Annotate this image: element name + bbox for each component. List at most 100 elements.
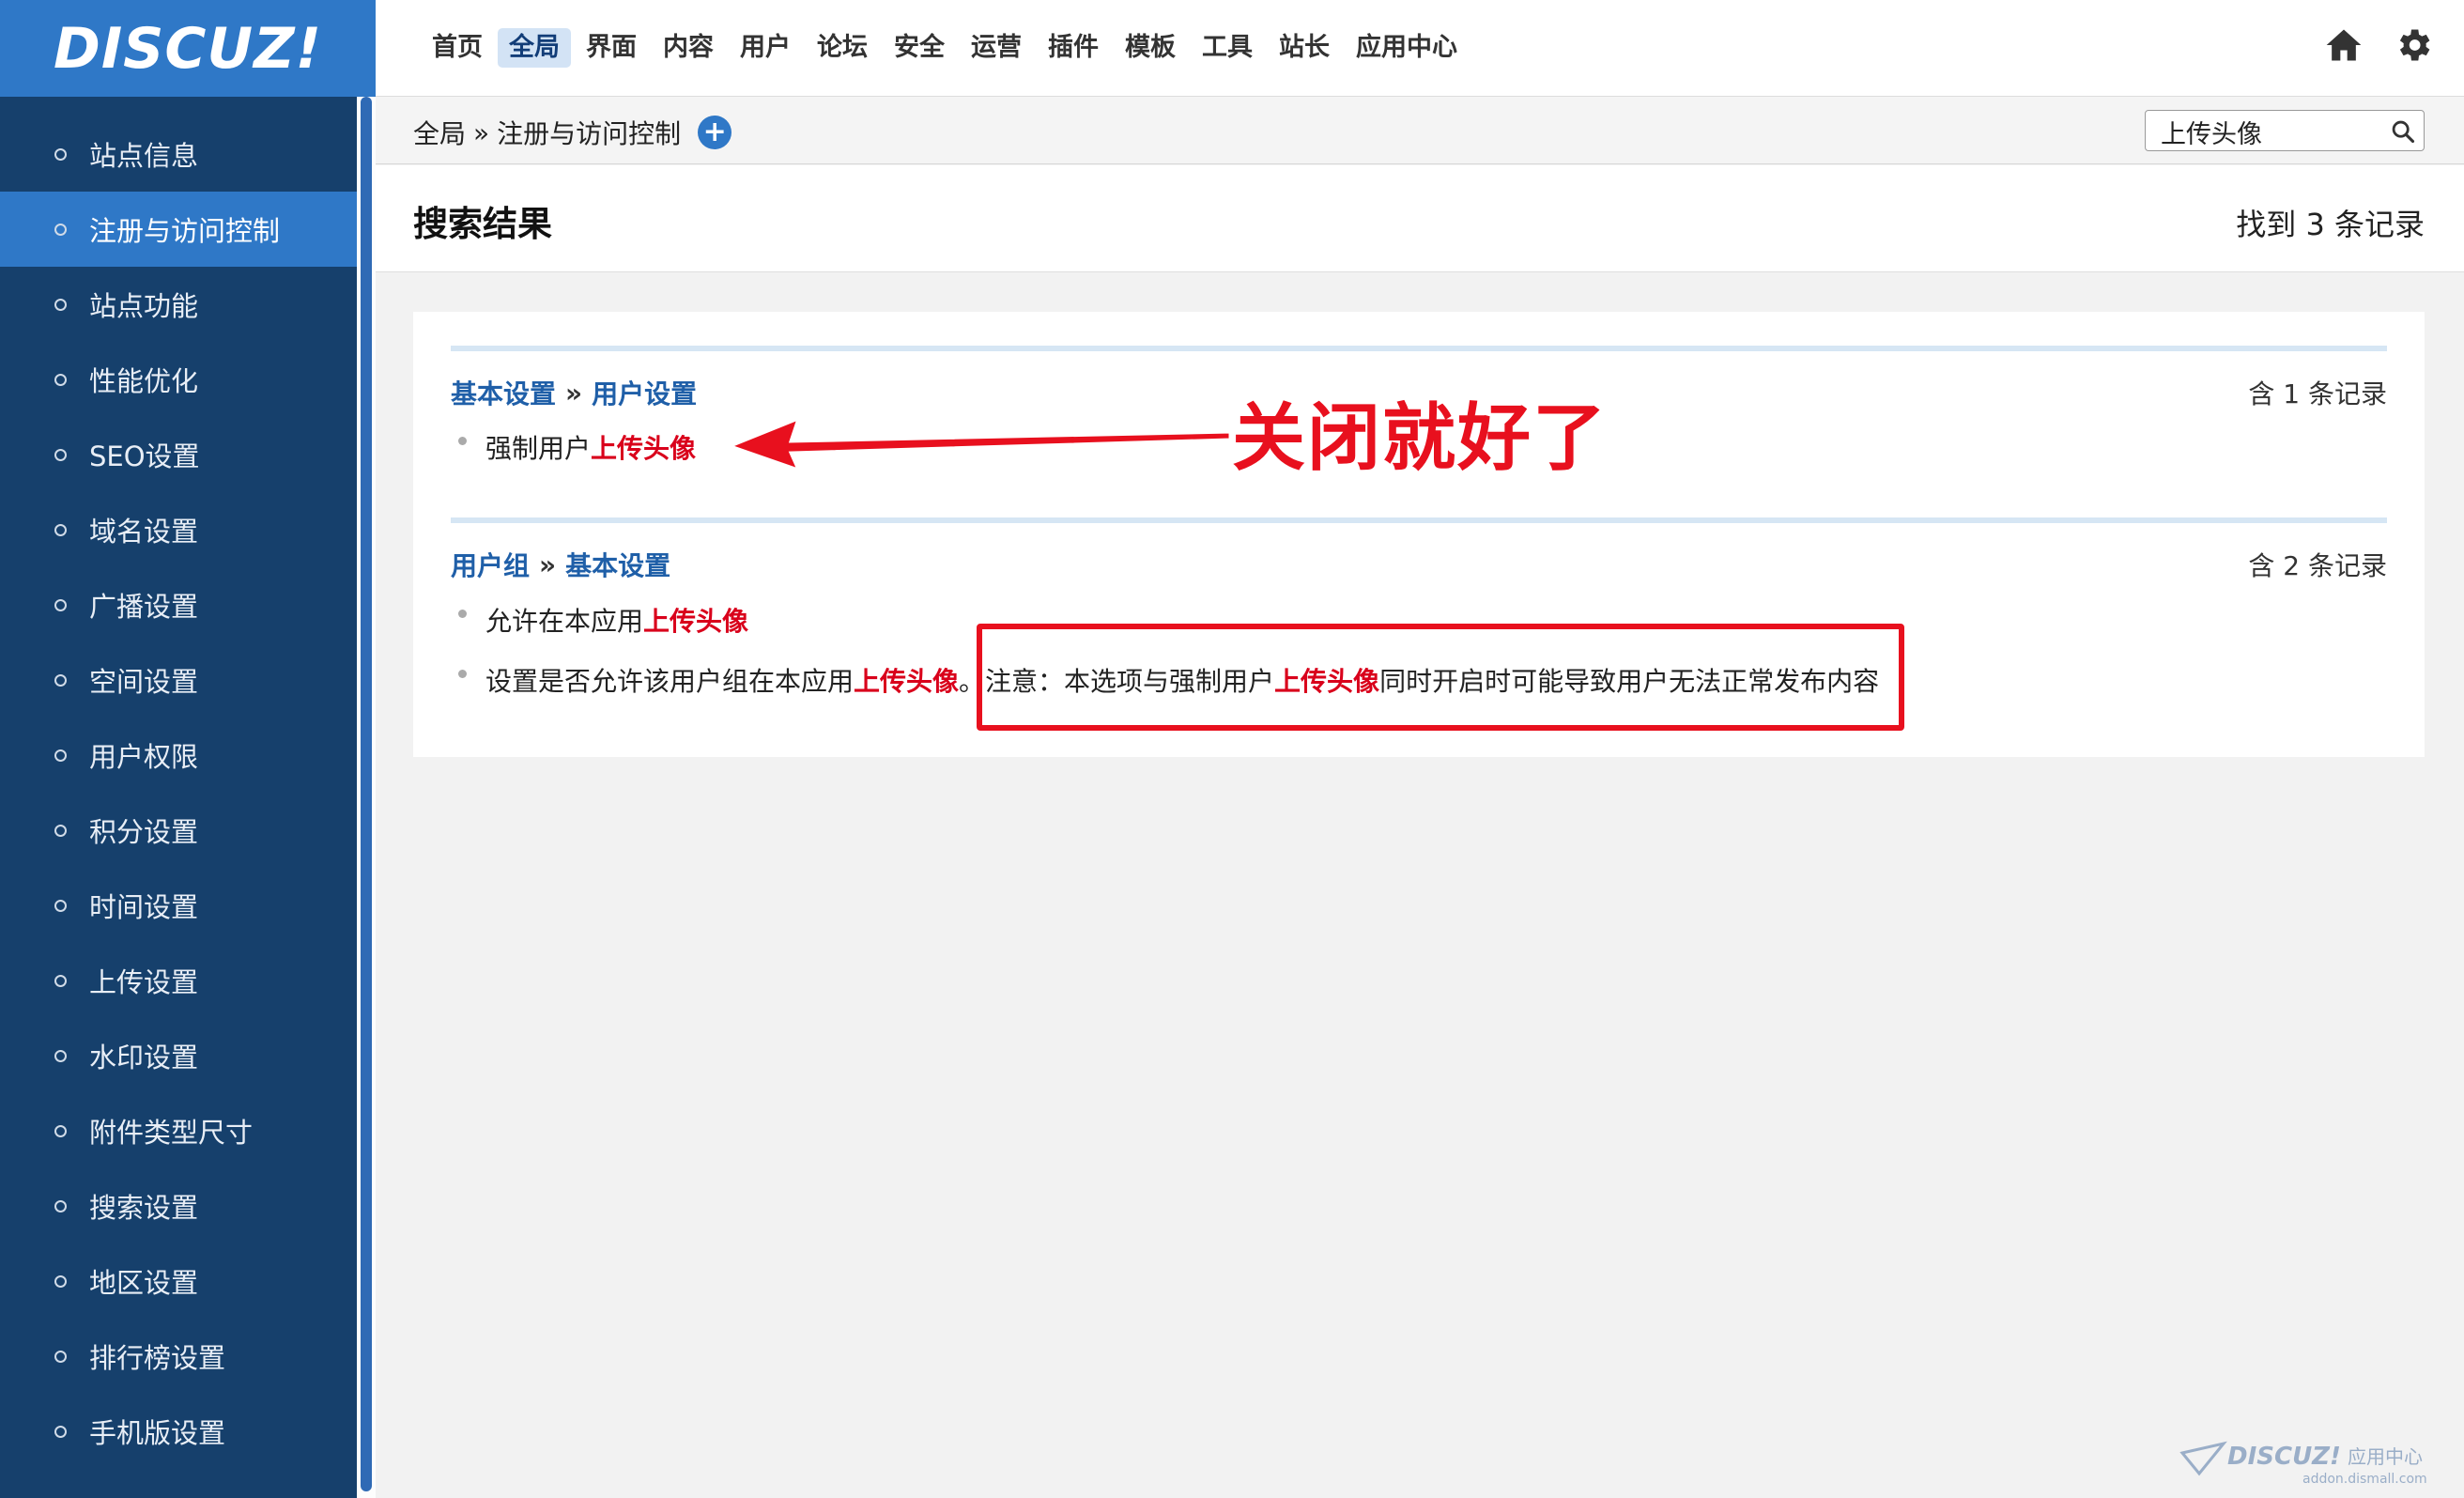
search-input[interactable] <box>2159 115 2379 148</box>
discuz-app-center-watermark: DISCUZ! 应用中心 addon.dismall.com <box>2179 1441 2427 1487</box>
sidebar: 站点信息 注册与访问控制 站点功能 性能优化 SEO设置 域名设置 广播设置 空… <box>0 97 357 1498</box>
nav-tools[interactable]: 工具 <box>1191 28 1264 68</box>
sidebar-item-label: 性能优化 <box>89 365 199 397</box>
section-crumb-basic-settings[interactable]: 基本设置 <box>565 546 670 583</box>
sidebar-item-label: 域名设置 <box>89 516 199 548</box>
sidebar-item-label: 附件类型尺寸 <box>89 1117 254 1149</box>
nav-webmaster[interactable]: 站长 <box>1268 28 1341 68</box>
sidebar-item-label: 水印设置 <box>89 1042 199 1073</box>
watermark-label: 应用中心 <box>2348 1445 2423 1468</box>
top-icons <box>2323 24 2434 66</box>
sidebar-item-label: 用户权限 <box>89 741 199 773</box>
sidebar-scrollbar[interactable] <box>357 97 376 1498</box>
circle-bullet-icon <box>54 673 67 687</box>
watermark-url: addon.dismall.com <box>2302 1472 2427 1487</box>
sidebar-item-space[interactable]: 空间设置 <box>0 642 357 718</box>
nav-templates[interactable]: 模板 <box>1114 28 1187 68</box>
bullet-icon <box>458 669 467 678</box>
sidebar-scrollbar-thumb[interactable] <box>361 97 372 1491</box>
result-highlight: 上传头像 <box>643 606 749 637</box>
sidebar-item-watermark[interactable]: 水印设置 <box>0 1018 357 1093</box>
result-header: 搜索结果 找到 3 条记录 <box>376 165 2464 272</box>
nav-operations[interactable]: 运营 <box>960 28 1033 68</box>
section-crumb-basic-settings[interactable]: 基本设置 <box>451 374 556 411</box>
nav-home[interactable]: 首页 <box>421 28 494 68</box>
circle-bullet-icon <box>54 974 67 987</box>
circle-bullet-icon <box>54 223 67 236</box>
sidebar-item-upload[interactable]: 上传设置 <box>0 943 357 1018</box>
section-crumb-separator: » <box>539 548 557 580</box>
sidebar-item-label: 排行榜设置 <box>89 1342 226 1374</box>
sidebar-item-site-info[interactable]: 站点信息 <box>0 116 357 192</box>
home-icon[interactable] <box>2323 24 2364 66</box>
nav-interface[interactable]: 界面 <box>575 28 648 68</box>
circle-bullet-icon <box>54 899 67 912</box>
bullet-icon <box>458 609 467 618</box>
sidebar-item-performance[interactable]: 性能优化 <box>0 342 357 417</box>
section-crumb-separator: » <box>565 377 583 409</box>
sidebar-item-label: 注册与访问控制 <box>89 215 281 247</box>
circle-bullet-icon <box>54 1274 67 1288</box>
result-item-force-avatar[interactable]: 强制用户 上传头像 <box>458 428 696 466</box>
sidebar-item-label: 站点信息 <box>89 140 199 172</box>
sidebar-item-label: SEO设置 <box>89 440 200 472</box>
section-crumb-user-settings[interactable]: 用户设置 <box>592 374 697 411</box>
sidebar-item-label: 上传设置 <box>89 966 199 998</box>
sidebar-item-credits[interactable]: 积分设置 <box>0 793 357 868</box>
circle-bullet-icon <box>54 749 67 762</box>
top-nav-menu: 首页 全局 界面 内容 用户 论坛 安全 运营 插件 模板 工具 站长 应用中心 <box>421 28 1472 68</box>
sidebar-item-user-permissions[interactable]: 用户权限 <box>0 718 357 793</box>
nav-app-center[interactable]: 应用中心 <box>1345 28 1469 68</box>
sidebar-item-label: 手机版设置 <box>89 1417 226 1449</box>
nav-forum[interactable]: 论坛 <box>806 28 879 68</box>
nav-security[interactable]: 安全 <box>883 28 956 68</box>
sidebar-item-broadcast[interactable]: 广播设置 <box>0 567 357 642</box>
result-highlight: 上传头像 <box>854 666 960 697</box>
nav-plugins[interactable]: 插件 <box>1037 28 1110 68</box>
result-highlight: 上传头像 <box>591 433 697 464</box>
add-shortcut-plus-icon[interactable]: + <box>698 116 732 149</box>
section-title: 基本设置 » 用户设置 <box>451 374 697 411</box>
sidebar-item-time[interactable]: 时间设置 <box>0 868 357 943</box>
sidebar-item-label: 空间设置 <box>89 666 199 698</box>
sidebar-item-label: 时间设置 <box>89 891 199 923</box>
section-divider <box>451 346 2387 351</box>
sidebar-item-ranking[interactable]: 排行榜设置 <box>0 1319 357 1394</box>
sidebar-item-domain[interactable]: 域名设置 <box>0 492 357 567</box>
section-crumb-user-group[interactable]: 用户组 <box>451 546 530 583</box>
sidebar-item-search[interactable]: 搜索设置 <box>0 1168 357 1243</box>
sidebar-item-site-features[interactable]: 站点功能 <box>0 267 357 342</box>
sidebar-item-seo[interactable]: SEO设置 <box>0 417 357 492</box>
circle-bullet-icon <box>54 448 67 461</box>
circle-bullet-icon <box>54 824 67 837</box>
sidebar-item-label: 地区设置 <box>89 1267 199 1299</box>
sidebar-item-attachment-types[interactable]: 附件类型尺寸 <box>0 1093 357 1168</box>
section-title: 用户组 » 基本设置 <box>451 546 670 583</box>
discuz-logo[interactable]: DISCUZ! <box>0 0 376 97</box>
gear-icon[interactable] <box>2393 24 2434 66</box>
section-count: 含 2 条记录 <box>2248 550 2387 581</box>
circle-bullet-icon <box>54 1425 67 1438</box>
result-text: 允许在本应用 <box>485 606 644 637</box>
search-icon[interactable] <box>2390 118 2416 148</box>
nav-global[interactable]: 全局 <box>498 28 571 68</box>
breadcrumb-current: 注册与访问控制 <box>497 118 682 149</box>
result-text: 强制用户 <box>485 433 592 464</box>
sidebar-item-label: 站点功能 <box>89 290 199 322</box>
sidebar-item-label: 搜索设置 <box>89 1192 199 1224</box>
sidebar-item-mobile[interactable]: 手机版设置 <box>0 1394 357 1469</box>
result-count: 找到 3 条记录 <box>2236 207 2425 242</box>
circle-bullet-icon <box>54 1124 67 1137</box>
circle-bullet-icon <box>54 147 67 161</box>
sidebar-item-registration-access[interactable]: 注册与访问控制 <box>0 192 357 267</box>
nav-content[interactable]: 内容 <box>652 28 725 68</box>
top-navigation: 首页 全局 界面 内容 用户 论坛 安全 运营 插件 模板 工具 站长 应用中心 <box>376 0 2464 97</box>
sidebar-item-region[interactable]: 地区设置 <box>0 1243 357 1319</box>
breadcrumb-separator: » <box>473 116 490 148</box>
result-item-allow-avatar[interactable]: 允许在本应用 上传头像 <box>458 601 748 639</box>
breadcrumb-bar: 全局 » 注册与访问控制 + <box>376 97 2464 164</box>
circle-bullet-icon <box>54 1049 67 1062</box>
circle-bullet-icon <box>54 598 67 611</box>
nav-users[interactable]: 用户 <box>729 28 802 68</box>
breadcrumb-root[interactable]: 全局 <box>413 114 466 151</box>
